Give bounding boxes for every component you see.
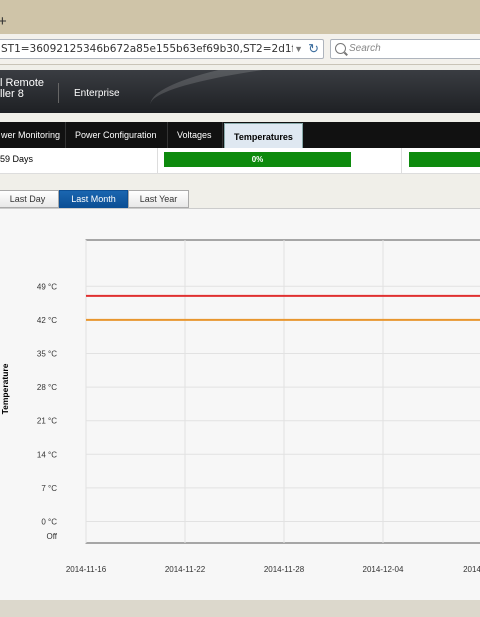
tab-last-year[interactable]: Last Year: [128, 190, 189, 208]
temperature-chart: 49 °C 42 °C 35 °C 28 °C 21 °C 14 °C 7 °C 0 °C Of…: [0, 239, 480, 574]
tab-power-configuration[interactable]: Power Configuration: [66, 122, 168, 148]
tab-power-monitoring[interactable]: wer Monitoring: [0, 122, 66, 148]
x-tick-label: 2014-12-04: [363, 565, 404, 574]
plot-area: [85, 239, 480, 544]
chart-panel: 49 °C 42 °C 35 °C 28 °C 21 °C 14 °C 7 °C 0 °C Of…: [0, 208, 480, 601]
y-axis-label: Temperature: [0, 363, 10, 414]
status-divider: [401, 148, 402, 173]
browser-tab-strip: +: [0, 0, 480, 35]
tab-last-day[interactable]: Last Day: [0, 190, 59, 208]
search-placeholder: Search: [349, 43, 381, 54]
y-tick-label: 14 °C: [37, 450, 57, 459]
new-tab-button[interactable]: +: [0, 14, 7, 29]
progress-bar-2: [409, 152, 480, 167]
search-input[interactable]: Search: [330, 39, 480, 59]
progress-bar-1: 0%: [164, 152, 351, 167]
header-swoosh-decoration: [147, 70, 480, 113]
y-tick-label: 28 °C: [37, 383, 57, 392]
reload-icon[interactable]: ↻: [308, 41, 319, 57]
url-text: ST1=36092125346b672a85e155b63ef69b30,ST2…: [1, 43, 293, 55]
tab-last-month[interactable]: Last Month: [59, 190, 128, 208]
y-tick-label: 21 °C: [37, 417, 57, 426]
y-tick-label: 49 °C: [37, 282, 57, 291]
x-tick-label: 2014-11-28: [264, 565, 305, 574]
y-tick-label: 42 °C: [37, 316, 57, 325]
browser-nav-bar: ST1=36092125346b672a85e155b63ef69b30,ST2…: [0, 34, 480, 65]
status-row: 59 Days 0%: [0, 148, 480, 174]
y-tick-label: 35 °C: [37, 350, 57, 359]
search-icon: [335, 43, 346, 54]
y-tick-label: 7 °C: [41, 484, 57, 493]
app-title-line2: ller 8: [0, 88, 24, 100]
app-header: l Remote ller 8 Enterprise: [0, 70, 480, 113]
url-dropdown-icon[interactable]: ▼: [294, 44, 303, 54]
edition-label: Enterprise: [74, 88, 120, 99]
browser-bottom-strip: [0, 600, 480, 617]
tab-voltages[interactable]: Voltages: [168, 122, 223, 148]
address-bar[interactable]: ST1=36092125346b672a85e155b63ef69b30,ST2…: [0, 39, 324, 59]
main-tabs: wer Monitoring Power Configuration Volta…: [0, 122, 480, 148]
y-tick-label: 0 °C: [41, 518, 57, 527]
x-tick-label: 2014-11-16: [66, 565, 107, 574]
x-tick-label: 2014: [463, 565, 480, 574]
header-divider: [58, 83, 59, 103]
y-tick-label: Off: [46, 532, 57, 541]
uptime-days: 59 Days: [0, 154, 34, 164]
tab-temperatures[interactable]: Temperatures: [224, 123, 303, 148]
x-tick-label: 2014-11-22: [165, 565, 206, 574]
status-divider: [157, 148, 158, 173]
